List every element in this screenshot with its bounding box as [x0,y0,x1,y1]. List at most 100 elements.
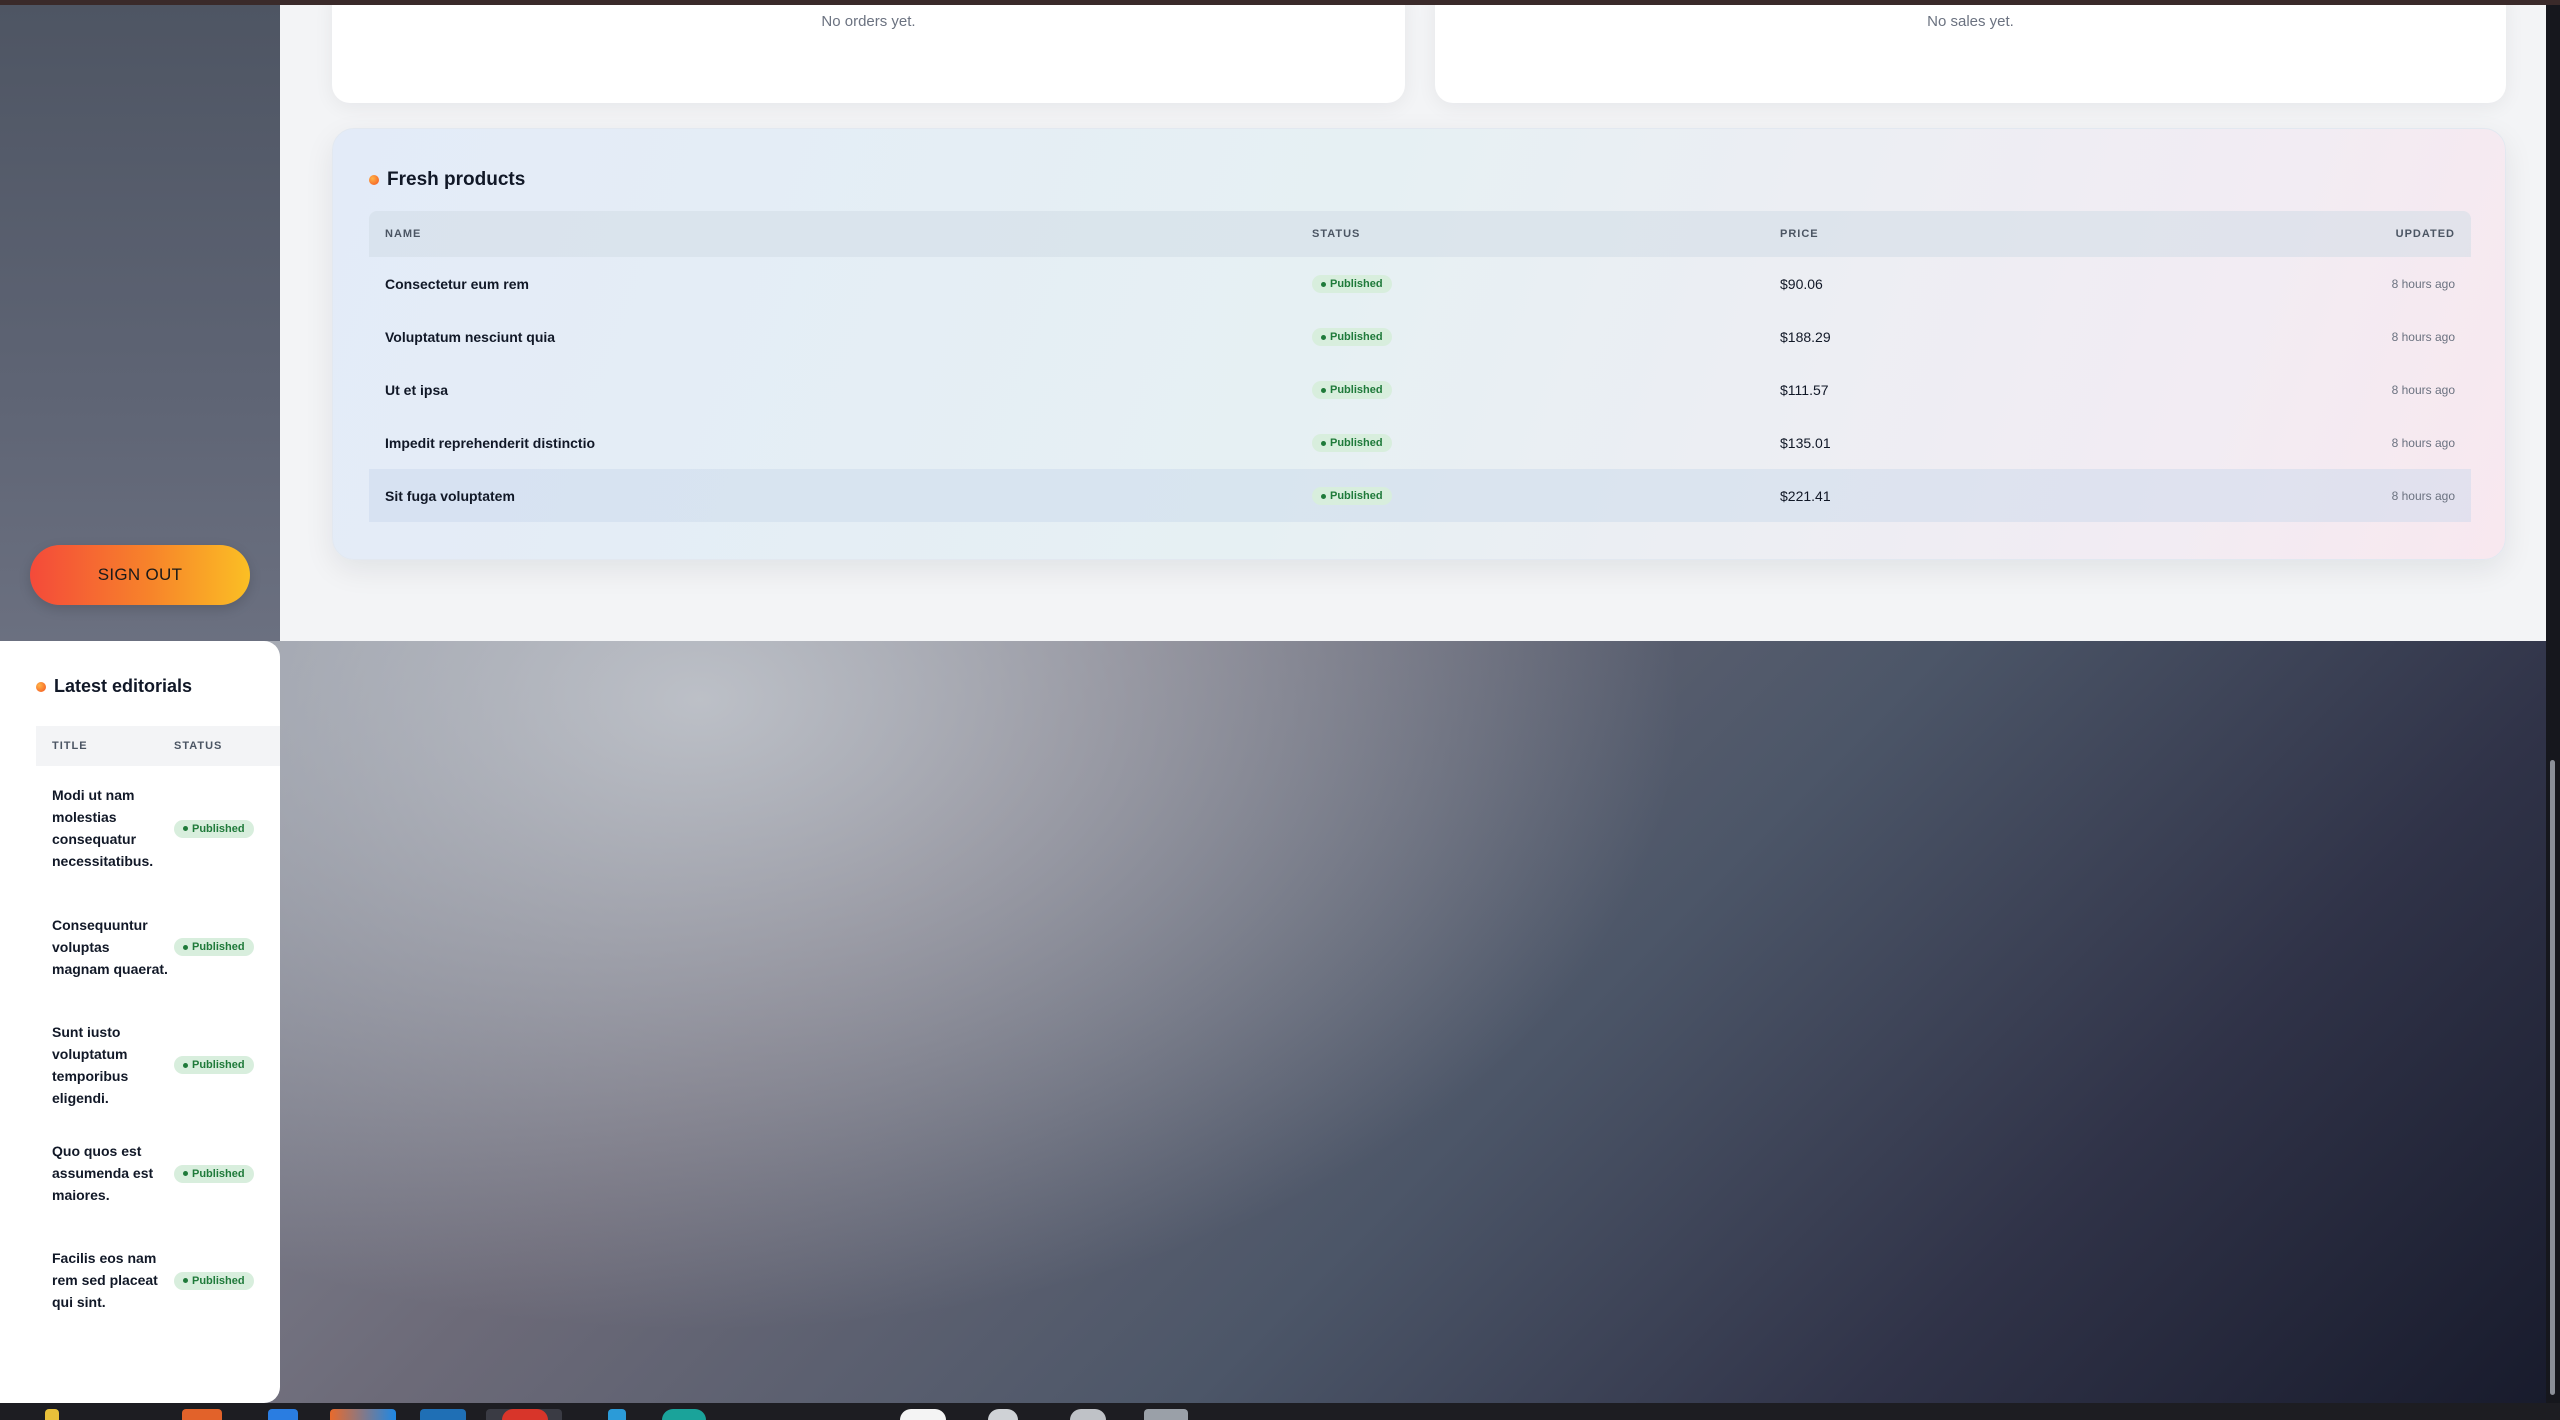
taskbar-app-icon[interactable] [988,1409,1018,1420]
latest-editorials-title: Latest editorials [54,676,193,696]
fresh-products-card: Fresh products NAME STATUS PRICE UPDATED… [332,128,2506,560]
editorial-title[interactable]: Facilis eos nam rem sed placeat qui sint… [36,1247,174,1313]
taskbar-app-icon[interactable] [1070,1409,1106,1420]
editorial-title[interactable]: Consequuntur voluptas magnam quaerat. [36,914,174,980]
product-name[interactable]: Ut et ipsa [369,382,1312,398]
status-badge: Published [174,938,254,957]
status-text: Published [1330,278,1383,291]
taskbar-app-icon[interactable] [268,1409,298,1420]
column-header-title[interactable]: TITLE [36,740,174,752]
editorials-table: TITLE STATUS Modi ut nam molestias conse… [36,726,280,1340]
status-text: Published [192,1167,245,1180]
product-updated: 8 hours ago [2391,435,2455,450]
taskbar [0,1403,2560,1420]
editorial-title[interactable]: Sunt iusto voluptatum temporibus eligend… [36,1021,174,1109]
taskbar-app-icon[interactable] [45,1409,59,1420]
vertical-scrollbar[interactable] [2546,5,2560,1403]
table-row[interactable]: Facilis eos nam rem sed placeat qui sint… [36,1220,280,1340]
table-row[interactable]: Consectetur eum rem Published $90.06 8 h… [369,257,2471,310]
taskbar-app-icon[interactable] [420,1409,466,1420]
status-dot-icon [183,1171,188,1177]
editorial-title[interactable]: Quo quos est assumenda est maiores. [36,1140,174,1206]
status-badge: Published [1312,381,1392,400]
fresh-products-title: Fresh products [387,169,526,190]
sign-out-button[interactable]: SIGN OUT [30,545,250,605]
table-row[interactable]: Sunt iusto voluptatum temporibus eligend… [36,1003,280,1126]
main-content: No orders yet. No sales yet. Fresh produ… [280,5,2546,641]
column-header-status[interactable]: STATUS [174,740,280,752]
status-badge: Published [1312,275,1392,294]
product-price: $221.41 [1780,487,1831,504]
product-name[interactable]: Voluptatum nesciunt quia [369,329,1312,345]
taskbar-app-icon[interactable] [662,1409,706,1420]
taskbar-app-icon[interactable] [608,1409,626,1420]
orders-card: No orders yet. [332,5,1405,103]
status-badge: Published [174,819,254,838]
product-name[interactable]: Impedit reprehenderit distinctio [369,435,1312,451]
status-dot-icon [1321,493,1326,499]
status-badge: Published [174,1056,254,1075]
orders-empty-text: No orders yet. [821,13,916,30]
taskbar-app-icon[interactable] [182,1409,222,1420]
column-header-price[interactable]: PRICE [1780,228,2280,240]
app-window: SIGN OUT No orders yet. No sales yet. Fr… [0,5,2546,641]
products-table-header: NAME STATUS PRICE UPDATED [369,211,2471,257]
status-text: Published [1330,384,1383,397]
orange-dot-icon [369,175,379,185]
taskbar-app-icon[interactable] [1144,1409,1188,1420]
table-row[interactable]: Impedit reprehenderit distinctio Publish… [369,416,2471,469]
taskbar-app-icon[interactable] [900,1409,946,1420]
fresh-products-heading: Fresh products [369,169,525,191]
product-updated: 8 hours ago [2391,276,2455,291]
latest-editorials-heading: Latest editorials [36,676,192,697]
table-row[interactable]: Consequuntur voluptas magnam quaerat. Pu… [36,890,280,1003]
editorial-title[interactable]: Modi ut nam molestias consequatur necess… [36,784,174,872]
product-name[interactable]: Consectetur eum rem [369,276,1312,292]
status-text: Published [1330,490,1383,503]
table-row[interactable]: Quo quos est assumenda est maiores. Publ… [36,1126,280,1220]
status-dot-icon [1321,281,1326,287]
table-row[interactable]: Ut et ipsa Published $111.57 8 hours ago [369,363,2471,416]
status-dot-icon [1321,387,1326,393]
editorials-table-header: TITLE STATUS [36,726,280,766]
status-text: Published [192,822,245,835]
sales-empty-text: No sales yet. [1927,13,2014,30]
status-text: Published [1330,437,1383,450]
status-badge: Published [174,1164,254,1183]
product-name[interactable]: Sit fuga voluptatem [369,488,1312,504]
status-badge: Published [1312,434,1392,453]
status-badge: Published [1312,328,1392,347]
product-price: $90.06 [1780,275,1823,292]
table-row[interactable]: Sit fuga voluptatem Published $221.41 8 … [369,469,2471,522]
status-dot-icon [1321,440,1326,446]
column-header-name[interactable]: NAME [369,228,1312,240]
latest-editorials-card: Latest editorials TITLE STATUS Modi ut n… [0,641,280,1403]
status-dot-icon [183,944,188,950]
table-row[interactable]: Voluptatum nesciunt quia Published $188.… [369,310,2471,363]
scrollbar-thumb[interactable] [2550,760,2555,1395]
orange-dot-icon [36,681,46,692]
table-row[interactable]: Modi ut nam molestias consequatur necess… [36,766,280,890]
status-text: Published [1330,331,1383,344]
product-price: $135.01 [1780,434,1831,451]
status-badge: Published [174,1271,254,1290]
product-price: $111.57 [1780,381,1829,398]
product-updated: 8 hours ago [2391,382,2455,397]
status-dot-icon [183,1062,188,1068]
product-updated: 8 hours ago [2391,488,2455,503]
status-dot-icon [1321,334,1326,340]
product-price: $188.29 [1780,328,1831,345]
sidebar: SIGN OUT [0,5,280,641]
column-header-updated[interactable]: UPDATED [2280,228,2471,240]
status-dot-icon [183,1278,188,1284]
status-text: Published [192,941,245,954]
status-dot-icon [183,826,188,832]
sales-card: No sales yet. [1435,5,2506,103]
taskbar-app-icon[interactable] [330,1409,396,1420]
status-text: Published [192,1059,245,1072]
browser-icon[interactable] [502,1409,548,1420]
column-header-status[interactable]: STATUS [1312,228,1780,240]
status-text: Published [192,1274,245,1287]
product-updated: 8 hours ago [2391,329,2455,344]
products-table: NAME STATUS PRICE UPDATED Consectetur eu… [369,211,2471,522]
